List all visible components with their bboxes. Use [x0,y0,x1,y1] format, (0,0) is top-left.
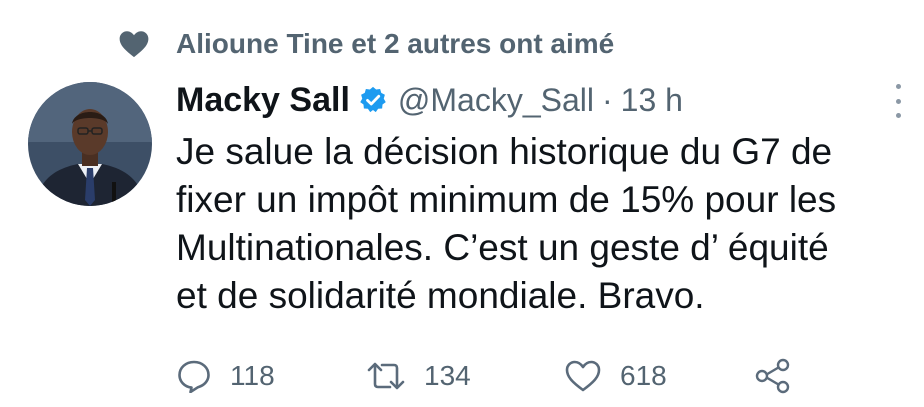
tweet-actions: 118 134 618 [176,352,896,400]
tweet-header: Macky Sall @Macky_Sall · 13 h [176,76,683,124]
reply-icon [176,359,212,393]
reply-count: 118 [230,360,275,391]
reply-button[interactable]: 118 [176,352,275,400]
tweet-timestamp[interactable]: 13 h [621,82,683,119]
retweet-button[interactable]: 134 [366,352,471,400]
share-icon [754,358,792,394]
retweet-icon [366,360,406,392]
more-dot [895,84,901,89]
retweet-count: 134 [424,360,471,391]
verified-badge-icon [358,85,388,115]
header-separator: · [601,81,613,118]
more-options-icon[interactable] [890,84,906,118]
avatar[interactable] [28,82,152,206]
author-name[interactable]: Macky Sall [176,81,350,120]
share-button[interactable] [754,352,792,400]
more-dot [895,113,901,118]
heart-icon [118,29,150,59]
tweet-text-line: Je salue la décision historique du G7 de [176,131,833,172]
like-icon [564,359,602,393]
tweet-text-line: Multinationales. C’est un geste d’ équit… [176,227,829,268]
social-context[interactable]: Alioune Tine et 2 autres ont aimé [118,22,614,66]
social-context-text: Alioune Tine et 2 autres ont aimé [176,28,615,59]
author-handle[interactable]: @Macky_Sall [398,82,594,119]
like-button[interactable]: 618 [564,352,667,400]
tweet-text-line: et de solidarité mondiale. Bravo. [176,275,705,316]
more-dot [895,98,901,104]
like-count: 618 [620,360,667,391]
tweet-text: Je salue la décision historique du G7 de… [176,128,896,320]
tweet-text-line: fixer un impôt minimum de 15% pour les [176,179,837,220]
